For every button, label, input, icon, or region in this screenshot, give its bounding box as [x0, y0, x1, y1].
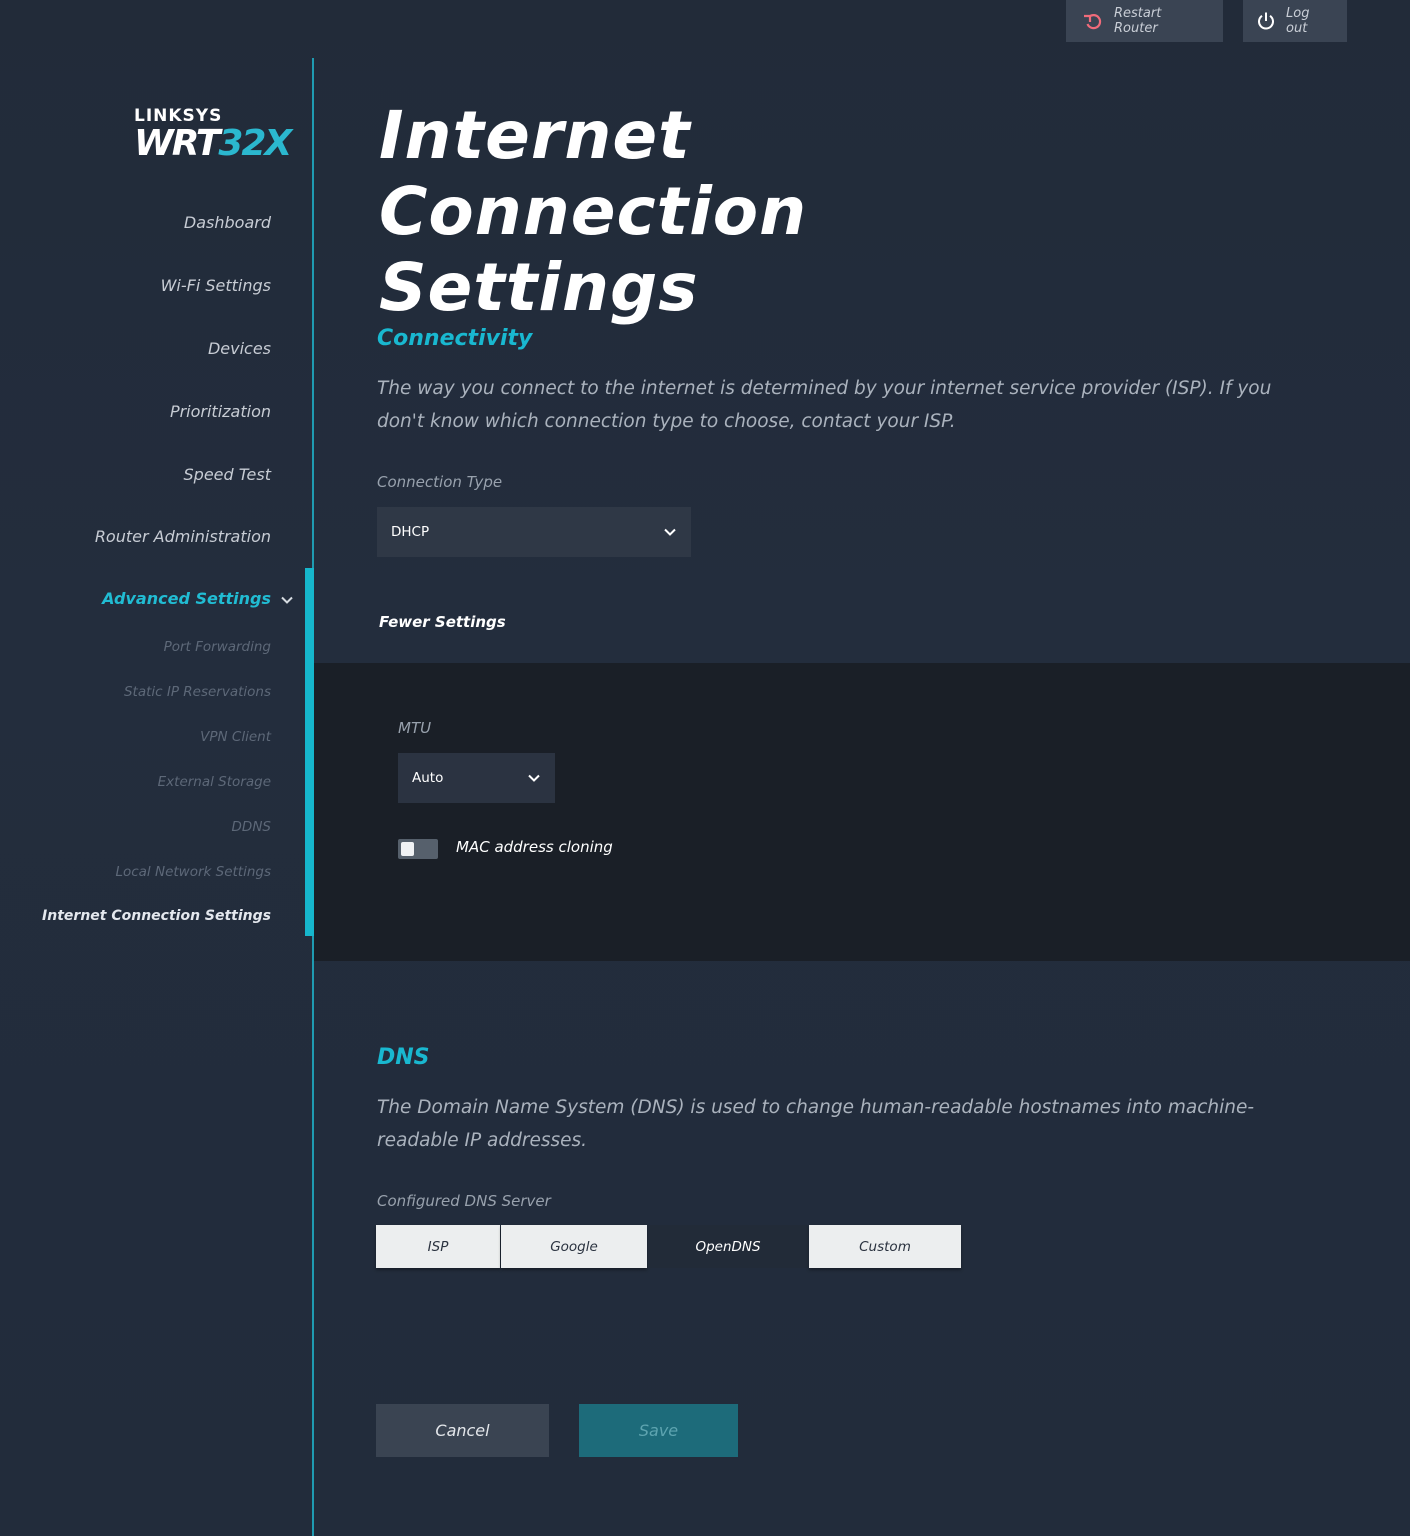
sidebar-item-dashboard[interactable]: Dashboard — [184, 213, 271, 232]
dns-option-custom[interactable]: Custom — [809, 1225, 961, 1268]
dns-server-label: Configured DNS Server — [377, 1192, 551, 1210]
sidebar-subitem-port-forwarding[interactable]: Port Forwarding — [164, 639, 271, 655]
sidebar-active-indicator — [305, 568, 314, 936]
mtu-select[interactable]: Auto — [398, 753, 555, 803]
sidebar-subitem-internet-connection-settings[interactable]: Internet Connection Settings — [42, 908, 271, 924]
sidebar-subitem-local-network-settings[interactable]: Local Network Settings — [115, 864, 271, 880]
linksys-logo: LINKSYS WRT32X — [134, 106, 292, 164]
mtu-label: MTU — [398, 719, 432, 737]
connection-type-select[interactable]: DHCP — [377, 507, 691, 557]
dns-heading: DNS — [377, 1045, 430, 1070]
page-title: Internet Connection Settings — [379, 97, 808, 326]
restart-router-label: Restart Router — [1114, 6, 1162, 36]
mac-cloning-label: MAC address cloning — [456, 838, 613, 856]
chevron-down-icon — [664, 528, 676, 536]
logo-model-suffix: 32X — [218, 123, 292, 164]
chevron-down-icon[interactable] — [280, 593, 294, 607]
fewer-settings-link[interactable]: Fewer Settings — [379, 613, 506, 631]
router-admin-page: Restart Router Log out LINKSYS WRT32X Da… — [0, 0, 1410, 1536]
connectivity-heading: Connectivity — [377, 326, 533, 351]
logo-model: WRT32X — [134, 123, 292, 164]
logo-model-prefix: WRT — [134, 123, 220, 164]
sidebar-subitem-external-storage[interactable]: External Storage — [158, 774, 271, 790]
sidebar-item-prioritization[interactable]: Prioritization — [170, 402, 271, 421]
sidebar-item-advanced-settings[interactable]: Advanced Settings — [102, 589, 271, 608]
mtu-value: Auto — [412, 770, 444, 786]
sidebar-item-wifi-settings[interactable]: Wi-Fi Settings — [161, 276, 271, 295]
save-button[interactable]: Save — [579, 1404, 738, 1457]
dns-option-isp[interactable]: ISP — [376, 1225, 500, 1268]
cancel-button[interactable]: Cancel — [376, 1404, 549, 1457]
dns-option-google[interactable]: Google — [501, 1225, 647, 1268]
sidebar-item-devices[interactable]: Devices — [208, 339, 271, 358]
connectivity-description: The way you connect to the internet is d… — [377, 378, 1272, 432]
log-out-button[interactable]: Log out — [1243, 0, 1347, 42]
sidebar-subitem-vpn-client[interactable]: VPN Client — [200, 729, 271, 745]
mac-cloning-toggle[interactable] — [398, 839, 438, 859]
dns-option-opendns[interactable]: OpenDNS — [648, 1225, 808, 1268]
sidebar-subitem-ddns[interactable]: DDNS — [232, 819, 271, 835]
restart-router-button[interactable]: Restart Router — [1066, 0, 1223, 42]
connection-type-value: DHCP — [391, 524, 430, 540]
restart-icon — [1084, 14, 1102, 30]
toggle-knob — [401, 842, 414, 856]
log-out-label: Log out — [1286, 6, 1310, 36]
chevron-down-icon — [528, 774, 540, 782]
connection-type-label: Connection Type — [377, 473, 503, 491]
advanced-connection-panel — [314, 663, 1410, 961]
sidebar-subitem-static-ip-reservations[interactable]: Static IP Reservations — [124, 684, 271, 700]
power-icon — [1258, 12, 1274, 30]
dns-description: The Domain Name System (DNS) is used to … — [377, 1097, 1255, 1151]
sidebar-item-router-administration[interactable]: Router Administration — [95, 527, 271, 546]
sidebar-item-speed-test[interactable]: Speed Test — [184, 465, 272, 484]
